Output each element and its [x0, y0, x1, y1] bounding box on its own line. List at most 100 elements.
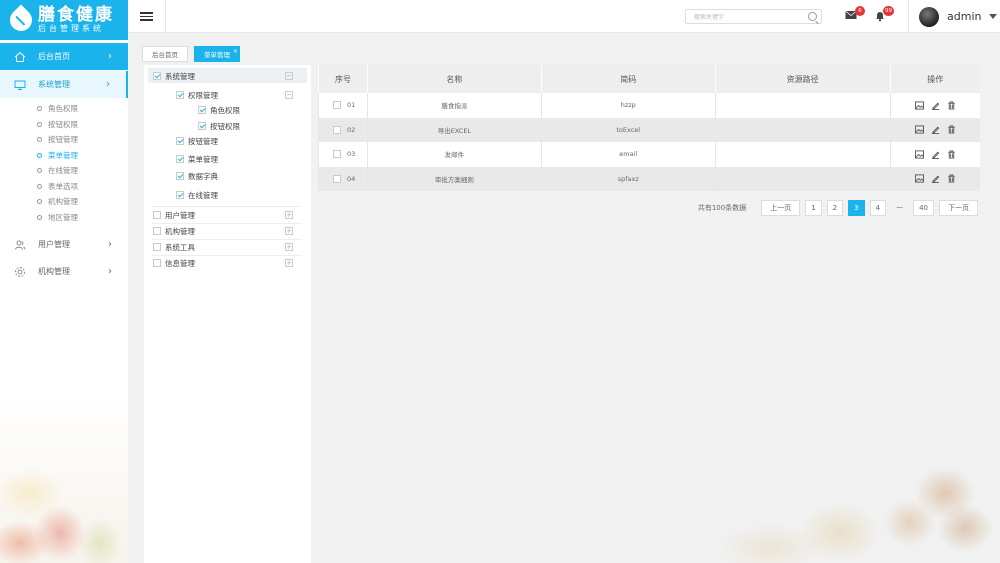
bullet-icon	[37, 168, 42, 174]
page-button[interactable]: 1	[805, 200, 822, 216]
tree-node-btn-mgmt[interactable]: 按钮管理	[176, 134, 218, 148]
tree-node-dict[interactable]: 数据字典	[176, 169, 218, 183]
checkbox-icon[interactable]	[153, 227, 161, 235]
bullet-icon	[37, 183, 42, 189]
bullet-icon	[37, 199, 42, 205]
cell-code: hzzp	[540, 93, 716, 118]
sidebar-item-users[interactable]: 用户管理 ›	[0, 231, 128, 258]
row-checkbox[interactable]	[333, 125, 341, 134]
checkbox-icon[interactable]	[176, 137, 184, 145]
tree-node-system[interactable]: 系统管理 −	[153, 69, 303, 83]
chevron-right-icon: ›	[108, 239, 112, 250]
tree-node-menu-mgmt[interactable]: 菜单管理	[176, 152, 218, 166]
row-checkbox[interactable]	[333, 150, 341, 159]
leaf-logo-icon	[5, 4, 37, 36]
image-icon[interactable]	[914, 101, 924, 110]
home-icon	[14, 51, 26, 63]
user-menu[interactable]: admin	[908, 0, 998, 33]
brand-title: 膳食健康	[38, 5, 114, 25]
sidebar-subitem-menu-mgmt[interactable]: 菜单管理	[0, 148, 128, 164]
brand-subtitle: 后台管理系统	[38, 24, 104, 33]
trash-icon[interactable]	[947, 174, 956, 183]
search-icon[interactable]	[808, 12, 817, 21]
checkbox-icon[interactable]	[153, 243, 161, 251]
cell-path	[714, 93, 891, 118]
checkbox-icon[interactable]	[153, 211, 161, 219]
sidebar-item-org[interactable]: 机构管理 ›	[0, 258, 128, 285]
trash-icon[interactable]	[947, 101, 956, 110]
edit-icon[interactable]	[931, 101, 940, 110]
tree-node-info-mgmt[interactable]: 信息管理 +	[153, 256, 303, 270]
checkbox-icon[interactable]	[153, 72, 161, 80]
expand-icon[interactable]: +	[285, 211, 293, 219]
checkbox-icon[interactable]	[176, 191, 184, 199]
tree-node-user-mgmt[interactable]: 用户管理 +	[153, 208, 303, 222]
bullet-icon	[37, 137, 42, 143]
sidebar-subitem-button-perm[interactable]: 按钮权限	[0, 117, 128, 133]
page-button-current[interactable]: 3	[848, 200, 865, 216]
collapse-icon[interactable]: −	[285, 72, 293, 80]
close-icon[interactable]: ×	[233, 44, 238, 60]
username: admin	[947, 10, 982, 23]
sidebar-subitem-form-options[interactable]: 表单选项	[0, 179, 128, 195]
collapse-icon[interactable]: −	[285, 91, 293, 99]
checkbox-icon[interactable]	[198, 122, 206, 130]
edit-icon[interactable]	[931, 150, 940, 159]
checkbox-icon[interactable]	[176, 91, 184, 99]
checkbox-icon[interactable]	[176, 172, 184, 180]
sidebar-item-system[interactable]: 系统管理 ›	[0, 71, 128, 98]
sidebar-item-home[interactable]: 后台首页 ›	[0, 43, 128, 70]
sidebar-subitem-org-mgmt[interactable]: 机构管理	[0, 194, 128, 210]
tree-node-btn-perm[interactable]: 按钮权限	[198, 119, 240, 133]
cell-path	[714, 166, 891, 191]
trash-icon[interactable]	[947, 150, 956, 159]
menu-tree: 系统管理 − 权限管理 − 角色权限 按钮权限 按钮管理 菜单管理 数据字典 在…	[144, 65, 311, 563]
divider	[152, 206, 302, 207]
page-button[interactable]: 4	[869, 200, 887, 216]
cell-ops	[889, 166, 980, 191]
cell-ops	[889, 142, 980, 167]
page-button-last[interactable]: 40	[913, 200, 934, 216]
row-checkbox[interactable]	[333, 101, 341, 110]
edit-icon[interactable]	[931, 174, 940, 184]
table-row: 02 导出EXCEL toExcel	[318, 117, 980, 142]
notification-button[interactable]: 99	[874, 6, 894, 22]
checkbox-icon[interactable]	[176, 155, 184, 163]
tab-menu-mgmt[interactable]: 菜单管理 ×	[194, 46, 240, 62]
menu-toggle-button[interactable]	[128, 0, 166, 33]
tree-node-online[interactable]: 在线管理	[176, 188, 218, 202]
cell-path	[714, 142, 891, 167]
tree-node-perm[interactable]: 权限管理 −	[176, 88, 303, 102]
expand-icon[interactable]: +	[285, 243, 293, 251]
image-icon[interactable]	[914, 125, 924, 134]
checkbox-icon[interactable]	[153, 259, 161, 267]
sidebar-item-label: 后台首页	[38, 52, 70, 61]
tree-node-role-perm[interactable]: 角色权限	[198, 103, 240, 117]
image-icon[interactable]	[914, 150, 924, 159]
cell-name: 审批方案细则	[366, 166, 542, 191]
trash-icon[interactable]	[947, 125, 956, 134]
sidebar-subitem-role-perm[interactable]: 角色权限	[0, 101, 128, 117]
expand-icon[interactable]: +	[285, 259, 293, 267]
tree-node-org-mgmt[interactable]: 机构管理 +	[153, 224, 303, 238]
cell-seq: 01	[318, 93, 368, 118]
mail-button[interactable]: 6	[845, 6, 865, 22]
sidebar-item-label: 机构管理	[38, 267, 70, 276]
image-icon[interactable]	[914, 174, 924, 183]
tree-node-tools[interactable]: 系统工具 +	[153, 240, 303, 254]
edit-icon[interactable]	[931, 125, 940, 135]
checkbox-icon[interactable]	[198, 106, 206, 114]
row-checkbox[interactable]	[333, 174, 341, 183]
tab-home[interactable]: 后台首页	[142, 46, 188, 62]
sidebar-subitem-region-mgmt[interactable]: 地区管理	[0, 210, 128, 226]
next-page-button[interactable]: 下一页	[939, 200, 978, 216]
expand-icon[interactable]: +	[285, 227, 293, 235]
chevron-right-icon: ›	[108, 51, 112, 62]
sidebar-subitem-button-mgmt[interactable]: 按钮管理	[0, 132, 128, 148]
prev-page-button[interactable]: 上一页	[761, 200, 801, 216]
search-input[interactable]: 搜索关键字	[685, 9, 822, 24]
page-button[interactable]: 2	[826, 200, 844, 216]
sidebar-subitem-online-mgmt[interactable]: 在线管理	[0, 163, 128, 179]
cell-name: 发邮件	[366, 142, 542, 167]
sidebar-item-label: 用户管理	[38, 240, 70, 249]
